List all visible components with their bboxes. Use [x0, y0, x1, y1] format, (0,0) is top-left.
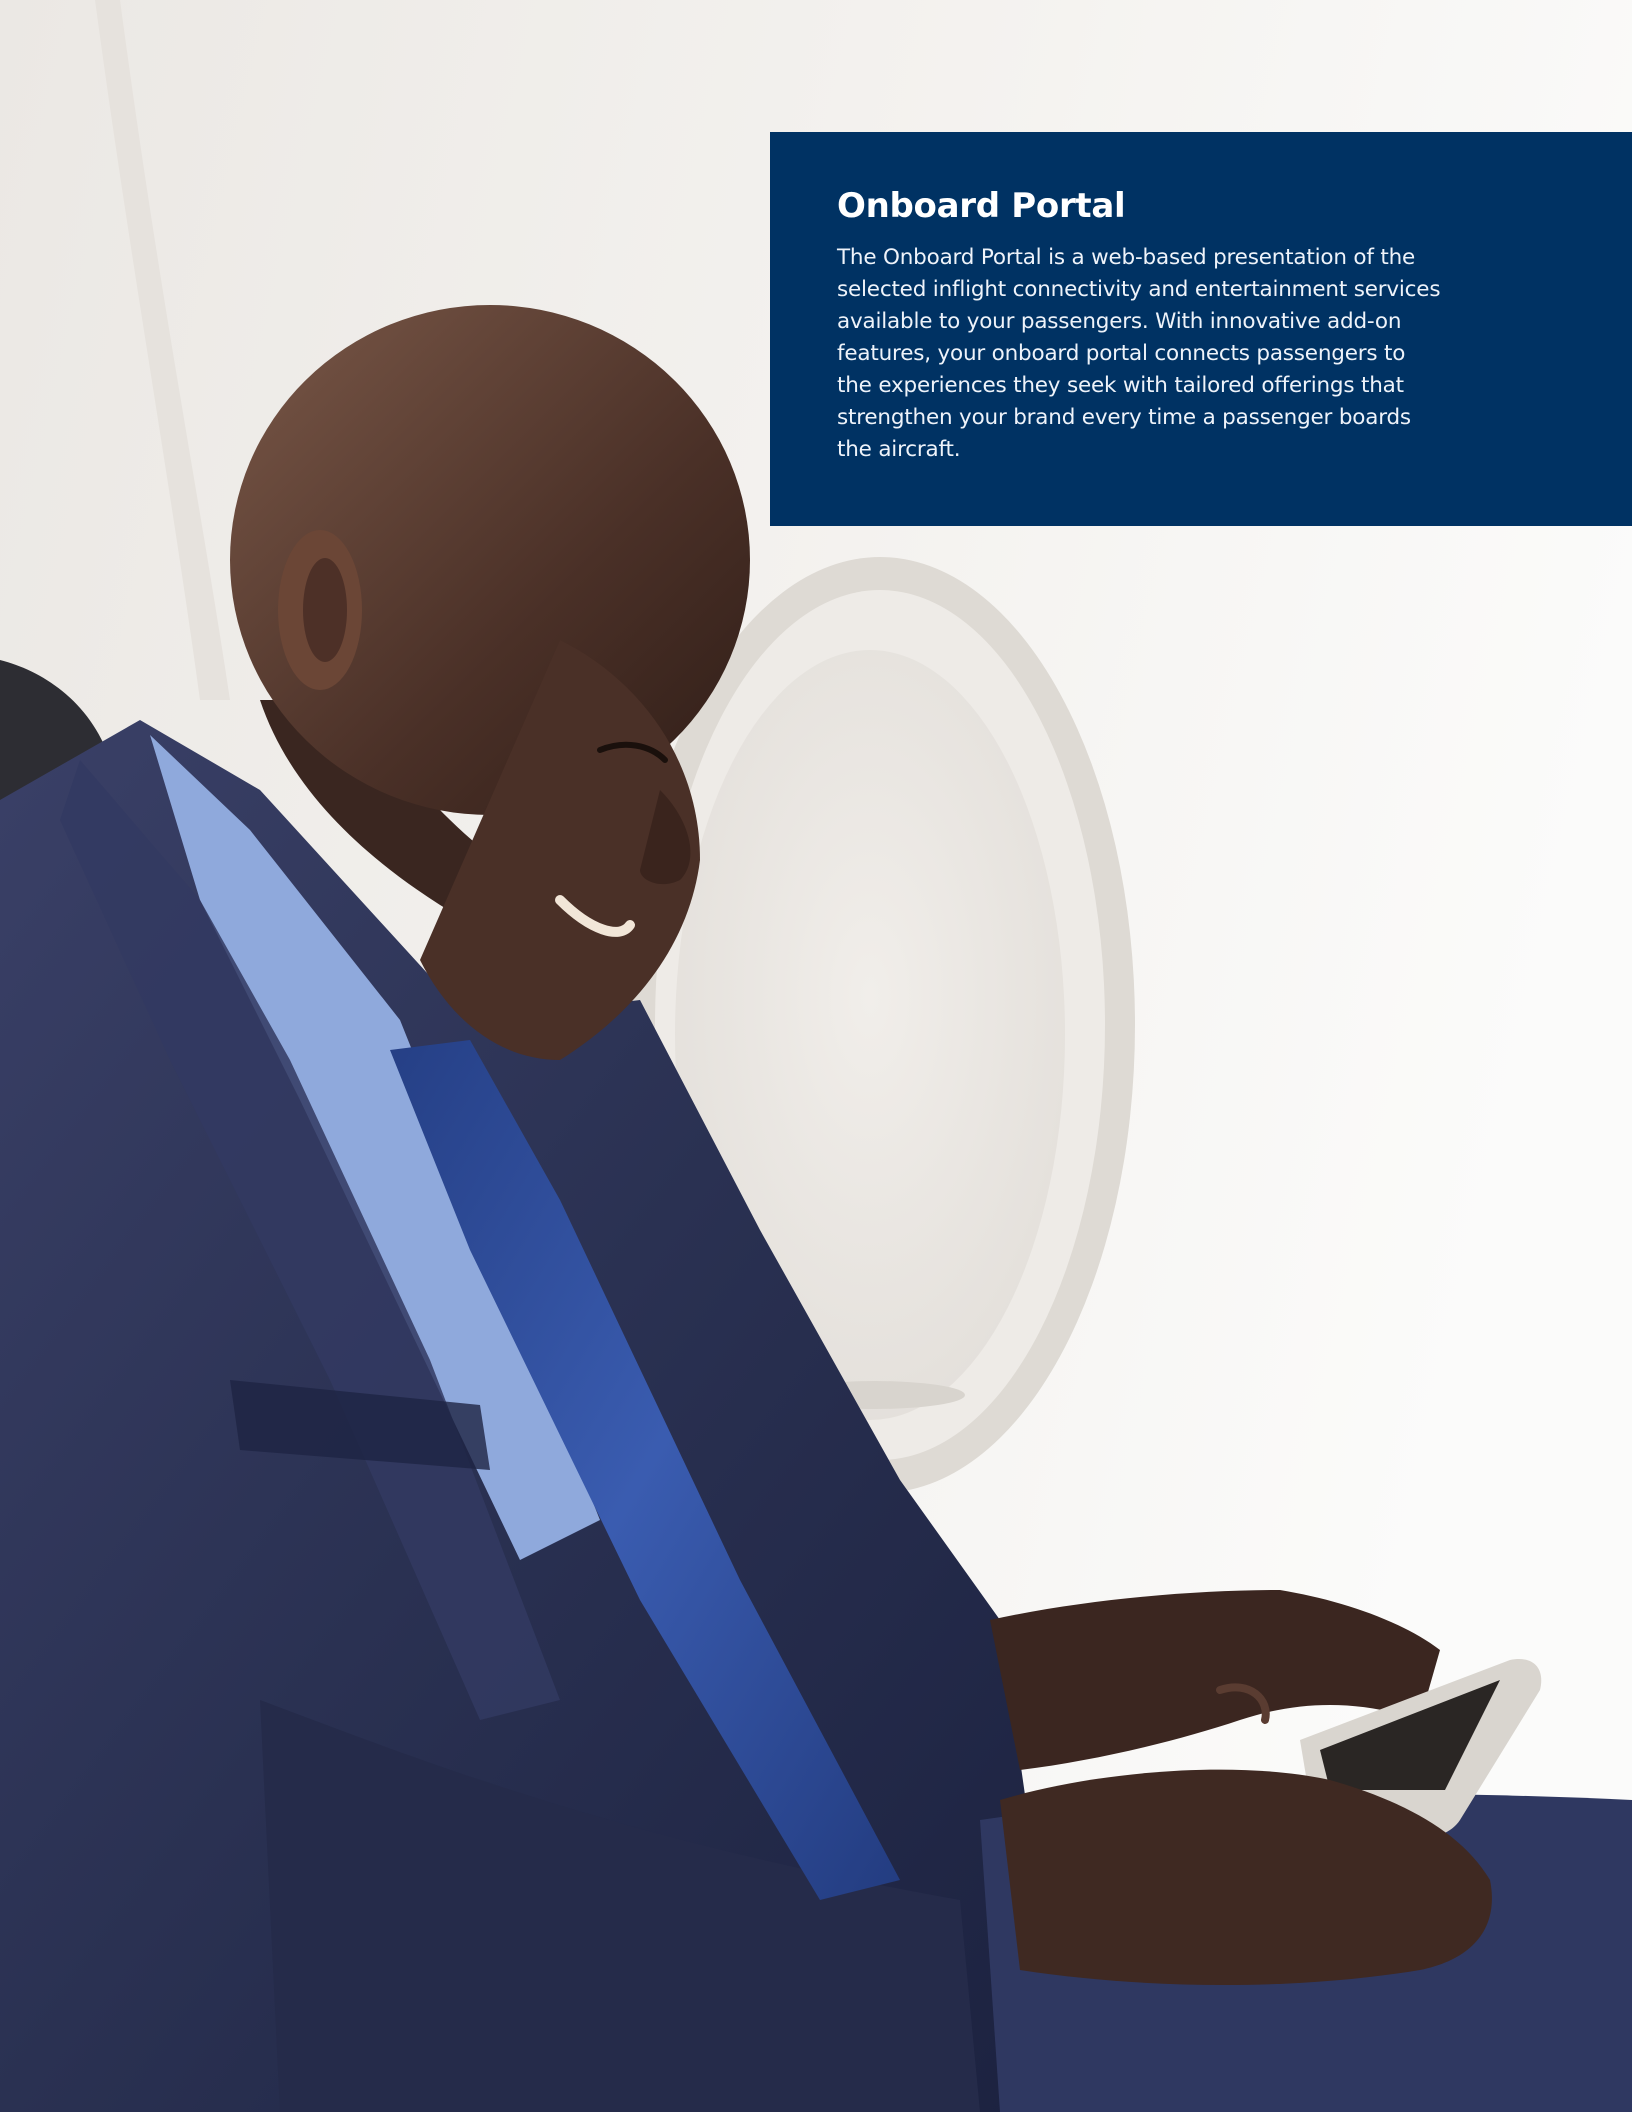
info-body: The Onboard Portal is a web-based presen… — [837, 245, 1441, 462]
info-title: Onboard Portal — [837, 186, 1126, 226]
brochure-page: Onboard Portal The Onboard Portal is a w… — [0, 0, 1632, 2112]
info-box: Onboard Portal The Onboard Portal is a w… — [770, 132, 1632, 526]
